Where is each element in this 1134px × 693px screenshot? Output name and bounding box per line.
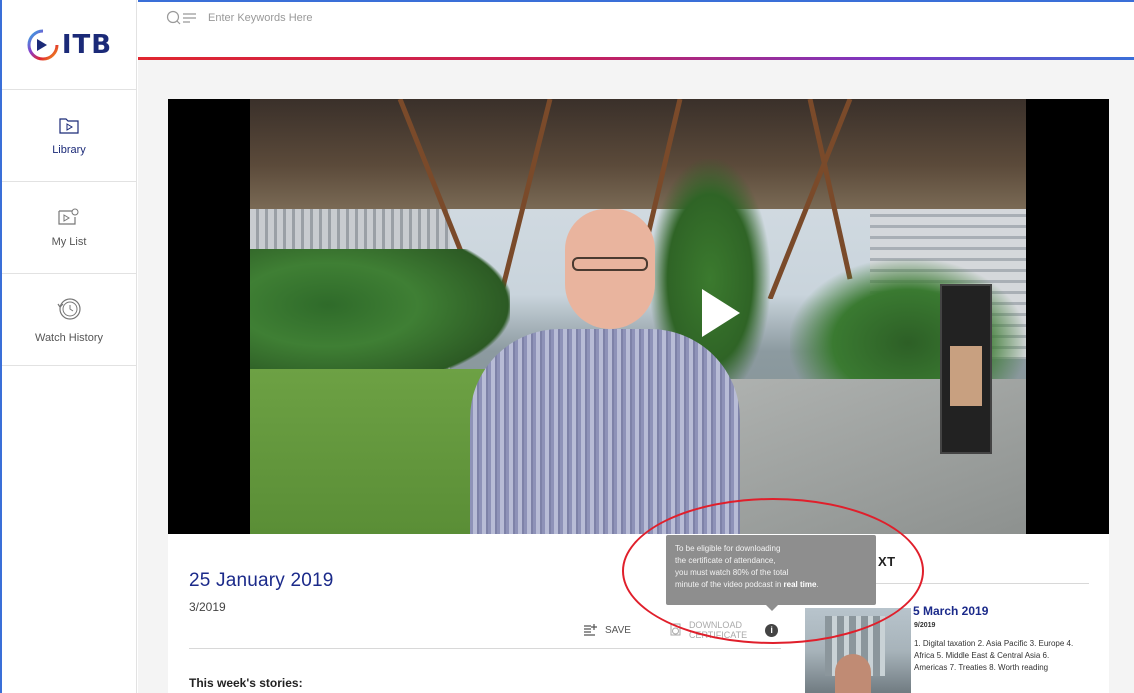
up-next-heading: XT xyxy=(878,554,896,569)
up-next-title[interactable]: 5 March 2019 xyxy=(913,604,988,618)
tooltip-text: . xyxy=(816,580,819,589)
download-label-line2: CERTIFICATE xyxy=(688,630,748,640)
video-actions: SAVE DOWNLOAD CERTIFICATE i xyxy=(583,620,779,640)
up-next-issue: 9/2019 xyxy=(914,622,936,629)
video-issue-number: 3/2019 xyxy=(189,600,226,614)
sidebar-item-label: Watch History xyxy=(34,331,104,344)
folder-play-icon xyxy=(59,117,79,134)
add-to-list-icon xyxy=(584,624,597,636)
sidebar-item-my-list[interactable]: My List xyxy=(2,182,136,274)
tooltip-emphasis: real time xyxy=(783,580,817,589)
logo[interactable]: ITB xyxy=(2,0,136,90)
scene-trees-left xyxy=(250,249,510,389)
tooltip-text: minute of the video podcast in xyxy=(675,580,784,589)
certificate-tooltip: To be eligible for downloading the certi… xyxy=(666,535,876,605)
certificate-icon xyxy=(670,623,681,636)
info-icon[interactable]: i xyxy=(765,623,779,637)
up-next-description: 1. Digital taxation 2. Asia Pacific 3. E… xyxy=(914,639,1074,672)
stories-heading: This week's stories: xyxy=(189,676,303,690)
search-bar[interactable] xyxy=(166,10,508,26)
video-details-card: 25 January 2019 3/2019 SAVE DOWNLOAD CER… xyxy=(168,534,1109,693)
sidebar-item-label: Library xyxy=(52,143,86,156)
logo-ring-icon xyxy=(27,29,59,60)
scene-kiosk-screen xyxy=(950,346,982,406)
tooltip-line: To be eligible for downloading xyxy=(675,544,781,553)
playlist-icon xyxy=(58,208,79,225)
search-input[interactable] xyxy=(208,12,508,24)
main-content: 25 January 2019 3/2019 SAVE DOWNLOAD CER… xyxy=(138,60,1134,693)
top-bar xyxy=(138,0,1134,58)
actions-divider xyxy=(189,648,781,649)
thumbnail-presenter xyxy=(835,654,871,693)
logo-text: ITB xyxy=(61,29,113,60)
tooltip-line: the certificate of attendance, xyxy=(675,556,776,565)
sidebar-item-label: My List xyxy=(51,235,87,248)
tooltip-line: minute of the video podcast in real time… xyxy=(675,579,867,591)
tooltip-line: you must watch 80% of the total xyxy=(675,568,789,577)
up-next-thumbnail[interactable] xyxy=(805,608,911,693)
download-certificate-label: DOWNLOAD CERTIFICATE xyxy=(689,620,747,640)
video-player[interactable] xyxy=(168,99,1109,534)
sidebar-item-library[interactable]: Library xyxy=(2,90,136,182)
presenter-body xyxy=(470,329,740,534)
save-button[interactable]: SAVE xyxy=(583,623,631,637)
download-label-line1: DOWNLOAD xyxy=(688,620,742,630)
sidebar: ITB Library My List Watch History xyxy=(0,0,137,693)
play-icon[interactable] xyxy=(702,289,740,337)
presenter-glasses xyxy=(572,257,648,271)
search-icon[interactable] xyxy=(166,10,198,26)
download-certificate-button[interactable]: DOWNLOAD CERTIFICATE xyxy=(669,620,747,640)
sidebar-item-watch-history[interactable]: Watch History xyxy=(2,274,136,366)
scene-kiosk xyxy=(940,284,992,454)
tooltip-arrow xyxy=(766,605,778,611)
save-button-label: SAVE xyxy=(605,624,631,636)
history-icon xyxy=(57,297,81,320)
video-title: 25 January 2019 xyxy=(189,570,334,591)
video-frame xyxy=(250,99,1026,534)
